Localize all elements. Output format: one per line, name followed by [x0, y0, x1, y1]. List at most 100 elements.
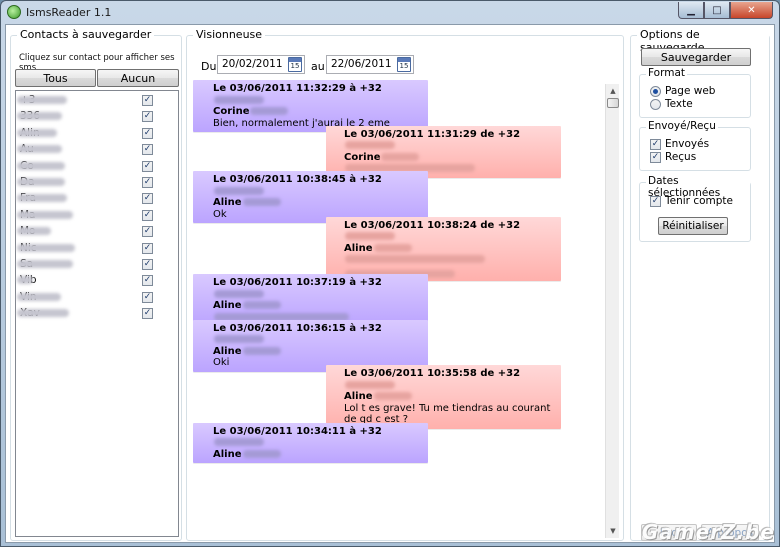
- redacted-text: [17, 128, 57, 137]
- scroll-thumb[interactable]: [607, 98, 619, 108]
- contact-checkbox[interactable]: ✓: [142, 144, 153, 156]
- contact-item[interactable]: 336✓: [16, 109, 178, 125]
- received-message: Le 03/06/2011 10:38:24 de +32 Aline: [326, 216, 561, 281]
- reset-button[interactable]: Réinitialiser: [658, 217, 728, 235]
- redacted-text: [214, 186, 264, 195]
- minimize-button[interactable]: ▁: [678, 2, 704, 19]
- scroll-up-icon[interactable]: ▲: [606, 84, 620, 98]
- redacted-text: [17, 276, 33, 285]
- contact-checkbox[interactable]: ✓: [142, 259, 153, 270]
- redacted-text: [242, 346, 281, 355]
- close-button[interactable]: ✕: [730, 2, 773, 19]
- from-label: Du: [201, 60, 217, 73]
- redacted-text: [242, 301, 281, 309]
- message-author: Aline: [344, 391, 555, 403]
- close-icon: ✕: [747, 4, 756, 16]
- redacted-text: [345, 232, 395, 240]
- scroll-down-icon[interactable]: ▼: [606, 524, 620, 538]
- title-bar[interactable]: IsmsReader 1.1 ▁ □ ✕: [1, 1, 779, 23]
- contact-checkbox[interactable]: ✓: [142, 160, 153, 172]
- contact-checkbox[interactable]: ✓: [142, 275, 153, 287]
- radio-web[interactable]: [650, 85, 661, 97]
- contact-list[interactable]: +3✓336✓Alin✓Au✓Co✓Da✓Fra✓Ma✓Mo✓Nic✓Sa✓Vi…: [15, 90, 179, 537]
- message-meta: Le 03/06/2011 11:31:29 de +32: [344, 129, 555, 152]
- contact-checkbox[interactable]: ✓: [142, 193, 153, 205]
- contact-item[interactable]: +3✓: [16, 93, 178, 109]
- minimize-icon: ▁: [687, 4, 695, 16]
- contact-checkbox[interactable]: ✓: [142, 308, 153, 320]
- contact-checkbox[interactable]: ✓: [142, 177, 153, 188]
- from-calendar-icon[interactable]: 15: [288, 57, 302, 72]
- contacts-title: Contacts à sauvegarder: [17, 28, 155, 41]
- redacted-text: [17, 309, 69, 318]
- contact-checkbox[interactable]: ✓: [142, 127, 153, 139]
- message-scrollbar[interactable]: ▲ ▼: [605, 84, 619, 538]
- contact-checkbox[interactable]: ✓: [142, 242, 153, 254]
- contact-item[interactable]: Au✓: [16, 142, 178, 158]
- contact-item[interactable]: Alin✓: [16, 126, 178, 142]
- contact-item[interactable]: Xav✓: [16, 306, 178, 322]
- contact-item[interactable]: Mo✓: [16, 224, 178, 240]
- redacted-text: [345, 141, 395, 149]
- contact-item[interactable]: Sa✓: [16, 257, 178, 273]
- received-checkbox[interactable]: ✓: [650, 151, 661, 163]
- format-web-option[interactable]: Page web: [650, 85, 715, 97]
- contact-checkbox[interactable]: ✓: [142, 291, 153, 303]
- message-author: Corine: [213, 106, 422, 118]
- format-title: Format: [646, 67, 688, 79]
- contact-checkbox[interactable]: ✓: [142, 95, 153, 106]
- maximize-button[interactable]: □: [704, 2, 730, 19]
- radio-text[interactable]: [650, 98, 661, 110]
- redacted-text: [250, 107, 289, 115]
- sent-message: Le 03/06/2011 11:32:29 à +32 Corine Bien, …: [193, 80, 428, 132]
- direction-group: Envoyé/Reçu ✓ Envoyés ✓ Reçus: [639, 120, 751, 171]
- redacted-text: [214, 289, 264, 298]
- redacted-text: [17, 243, 75, 252]
- redacted-text: [373, 392, 412, 400]
- contact-checkbox[interactable]: ✓: [142, 209, 153, 221]
- contact-item[interactable]: Da✓: [16, 175, 178, 191]
- contact-item[interactable]: Ma✓: [16, 208, 178, 224]
- save-button[interactable]: Sauvegarder: [641, 48, 751, 66]
- redacted-text: [17, 194, 67, 203]
- format-group: Format Page web Texte: [639, 67, 751, 118]
- redacted-text: [17, 145, 62, 154]
- redacted-text: [214, 95, 264, 104]
- keep-dates-checkbox[interactable]: ✓: [650, 195, 661, 207]
- keep-dates-option[interactable]: ✓ Tenir compte: [650, 195, 733, 207]
- contact-item[interactable]: Vib✓: [16, 273, 178, 289]
- redacted-text: [373, 243, 412, 252]
- viewer-panel: Visionneuse Du 20/02/2011 15 au 22/06/20…: [186, 28, 624, 541]
- select-none-button[interactable]: Aucun: [97, 69, 179, 87]
- watermark: GamerZ.be: [641, 520, 775, 544]
- format-text-option[interactable]: Texte: [650, 98, 693, 110]
- received-message: Le 03/06/2011 11:31:29 de +32 Corine: [326, 125, 561, 178]
- sent-message: Le 03/06/2011 10:34:11 à +32 Aline: [193, 422, 428, 463]
- message-meta: Le 03/06/2011 10:36:15 à +32: [213, 323, 422, 346]
- message-meta: Le 03/06/2011 10:37:19 à +32: [213, 277, 422, 300]
- redacted-text: [345, 255, 485, 263]
- redacted-text: [242, 449, 281, 458]
- dates-group: Dates sélectionnées ✓ Tenir compte Réini…: [639, 175, 751, 242]
- sent-checkbox[interactable]: ✓: [650, 138, 661, 150]
- received-message: Le 03/06/2011 10:35:58 de +32 Aline Lol t …: [326, 365, 561, 429]
- contact-item[interactable]: Fra✓: [16, 191, 178, 207]
- contact-item[interactable]: Co✓: [16, 159, 178, 175]
- sent-option[interactable]: ✓ Envoyés: [650, 138, 709, 150]
- message-author: Aline: [213, 197, 422, 209]
- message-list[interactable]: Le 03/06/2011 11:32:29 à +32 Corine Bien, …: [193, 80, 619, 540]
- app-window: IsmsReader 1.1 ▁ □ ✕ Contacts à sauvegar…: [0, 0, 780, 547]
- contact-checkbox[interactable]: ✓: [142, 226, 153, 238]
- to-calendar-icon[interactable]: 15: [397, 57, 411, 72]
- contact-item[interactable]: Nic✓: [16, 241, 178, 257]
- message-author: Aline: [213, 449, 422, 461]
- message-meta: Le 03/06/2011 10:38:45 à +32: [213, 174, 422, 197]
- redacted-text: [242, 198, 281, 206]
- select-all-button[interactable]: Tous: [15, 69, 96, 87]
- redacted-text: [17, 96, 67, 104]
- contact-checkbox[interactable]: ✓: [142, 111, 153, 123]
- redacted-text: [17, 210, 73, 219]
- message-author: Aline: [213, 300, 422, 312]
- received-option[interactable]: ✓ Reçus: [650, 151, 696, 163]
- contact-item[interactable]: Vin✓: [16, 290, 178, 306]
